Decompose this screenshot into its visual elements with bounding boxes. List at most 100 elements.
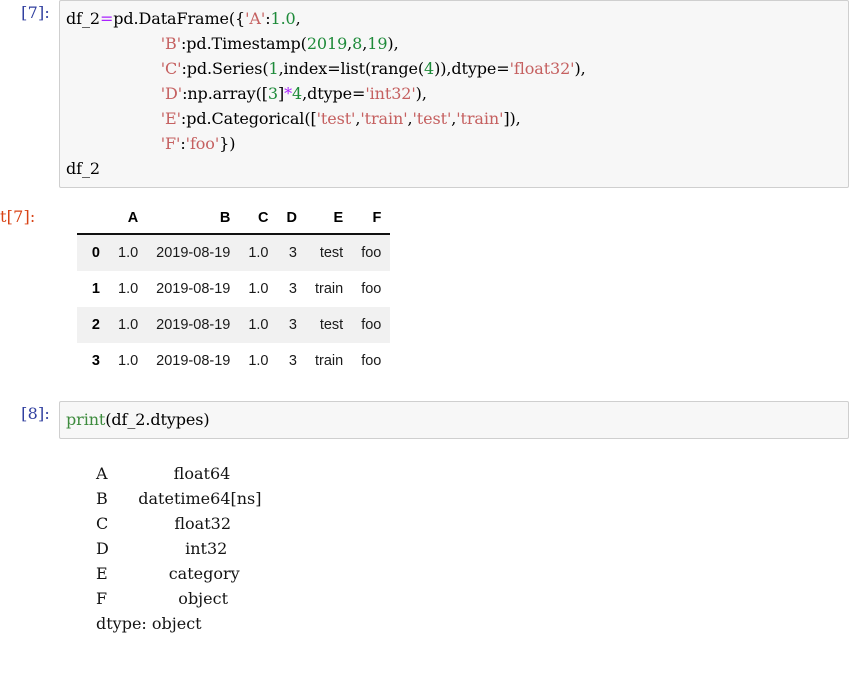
cell-d: 3	[288, 281, 297, 297]
cell-c: 1.0	[248, 353, 269, 369]
code-line-5: 'E':pd.Categorical(['test','train','test…	[66, 109, 521, 128]
output-cell-8: A float64 B datetime64[ns] C float32 D i…	[0, 461, 849, 636]
output-prompt-7: t[7]:	[0, 204, 59, 229]
cell-f: foo	[361, 245, 382, 261]
column-header-d: D	[277, 204, 306, 235]
code-line-4: 'D':np.array([3]*4,dtype='int32'),	[66, 84, 427, 103]
code-line-2: 'B':pd.Timestamp(2019,8,19),	[66, 34, 399, 53]
code-token-operator: *	[284, 84, 293, 103]
code-token-string: 'C'	[160, 59, 182, 78]
code-token-builtin: print	[66, 410, 106, 429]
cell-a: 1.0	[118, 245, 139, 261]
cell-f: foo	[361, 317, 382, 333]
cell-a: 1.0	[118, 281, 139, 297]
cell-d: 3	[288, 317, 297, 333]
stdout-stream-output: A float64 B datetime64[ns] C float32 D i…	[96, 464, 262, 633]
code-token-string: 'foo'	[185, 134, 220, 153]
code-token-text: ,index=list(range(	[278, 59, 425, 78]
code-token-string: 'A'	[245, 9, 266, 28]
output-cell-7: t[7]: A B C D E F 0 1.0 2019-08-19 1.0 3…	[0, 204, 849, 379]
code-token-text: :pd.Timestamp(	[181, 34, 307, 53]
code-token-operator: =	[99, 9, 114, 28]
column-header-b: B	[147, 204, 240, 235]
input-prompt-7: [7]:	[21, 3, 50, 22]
code-token-text: :pd.Series(	[181, 59, 269, 78]
cell-spacer	[0, 379, 849, 401]
code-token-text: pd.DataFrame({	[113, 9, 246, 28]
cell-spacer	[0, 439, 849, 461]
code-editor-7[interactable]: df_2=pd.DataFrame({'A':1.0, 'B':pd.Times…	[59, 0, 849, 188]
code-token-text: ),	[574, 59, 586, 78]
code-token-string: 'train'	[360, 109, 408, 128]
code-line-7: df_2	[66, 159, 100, 178]
column-header-c: C	[239, 204, 278, 235]
dataframe-head: A B C D E F	[77, 204, 391, 235]
cell-c: 1.0	[248, 245, 269, 261]
column-header-e: E	[306, 204, 353, 235]
code-editor-8[interactable]: print(df_2.dtypes)	[59, 401, 849, 439]
code-token-string: 'test'	[412, 109, 452, 128]
cell-a: 1.0	[118, 317, 139, 333]
code-source-8[interactable]: print(df_2.dtypes)	[66, 407, 848, 432]
column-header-f: F	[352, 204, 391, 235]
code-token-text: :np.array([	[182, 84, 268, 103]
code-cell-7[interactable]: [7]: df_2=pd.DataFrame({'A':1.0, 'B':pd.…	[0, 0, 849, 188]
table-header-row: A B C D E F	[77, 204, 391, 235]
code-token-text: ),	[387, 34, 399, 53]
code-token-string: 'test'	[316, 109, 356, 128]
code-token-string: 'float32'	[509, 59, 575, 78]
column-header-a: A	[109, 204, 148, 235]
code-token-string: 'D'	[160, 84, 183, 103]
code-token-text: df_2	[66, 9, 100, 28]
code-token-text: )),dtype=	[434, 59, 510, 78]
code-line-3: 'C':pd.Series(1,index=list(range(4)),dty…	[66, 59, 586, 78]
cell-c: 1.0	[248, 281, 269, 297]
code-token-number: 1.0	[270, 9, 296, 28]
code-line-1: print(df_2.dtypes)	[66, 410, 210, 429]
row-index: 1	[91, 281, 100, 297]
code-token-string: 'train'	[456, 109, 504, 128]
cell-b: 2019-08-19	[156, 353, 231, 369]
code-token-number: 8	[352, 34, 363, 53]
code-line-6: 'F':'foo'})	[66, 134, 236, 153]
notebook-container: [7]: df_2=pd.DataFrame({'A':1.0, 'B':pd.…	[0, 0, 849, 636]
cell-b: 2019-08-19	[156, 281, 231, 297]
code-token-text: ,dtype=	[302, 84, 366, 103]
code-token-string: 'int32'	[365, 84, 416, 103]
row-index: 0	[91, 245, 100, 261]
code-token-text: df_2	[66, 159, 100, 178]
dataframe-table: A B C D E F 0 1.0 2019-08-19 1.0 3 test …	[77, 204, 391, 379]
code-source-7[interactable]: df_2=pd.DataFrame({'A':1.0, 'B':pd.Times…	[66, 6, 848, 181]
cell-spacer	[0, 188, 849, 204]
code-token-number: 4	[423, 59, 435, 78]
cell-e: test	[319, 245, 344, 261]
code-token-text: (df_2.dtypes)	[105, 410, 210, 429]
dataframe-output-area: A B C D E F 0 1.0 2019-08-19 1.0 3 test …	[59, 204, 849, 379]
code-token-number: 2019	[306, 34, 348, 53]
cell-c: 1.0	[248, 317, 269, 333]
input-prompt-8: [8]:	[21, 404, 50, 423]
code-token-string: 'F'	[160, 134, 181, 153]
cell-b: 2019-08-19	[156, 245, 231, 261]
dataframe-body: 0 1.0 2019-08-19 1.0 3 test foo 1 1.0 20…	[77, 234, 391, 379]
code-line-1: df_2=pd.DataFrame({'A':1.0,	[66, 9, 301, 28]
table-row: 1 1.0 2019-08-19 1.0 3 train foo	[77, 271, 391, 307]
row-index: 2	[91, 317, 100, 333]
table-row: 2 1.0 2019-08-19 1.0 3 test foo	[77, 307, 391, 343]
code-token-number: 4	[292, 84, 303, 103]
code-token-string: 'B'	[160, 34, 181, 53]
table-row: 0 1.0 2019-08-19 1.0 3 test foo	[77, 234, 391, 271]
code-token-text: })	[219, 134, 236, 153]
code-cell-8[interactable]: [8]: print(df_2.dtypes)	[0, 401, 849, 439]
code-token-text: :pd.Categorical([	[180, 109, 317, 128]
cell-f: foo	[361, 353, 382, 369]
code-token-number: 3	[267, 84, 278, 103]
cell-a: 1.0	[118, 353, 139, 369]
table-row: 3 1.0 2019-08-19 1.0 3 train foo	[77, 343, 391, 379]
code-token-string: 'E'	[160, 109, 181, 128]
code-token-number: 1	[268, 59, 279, 78]
